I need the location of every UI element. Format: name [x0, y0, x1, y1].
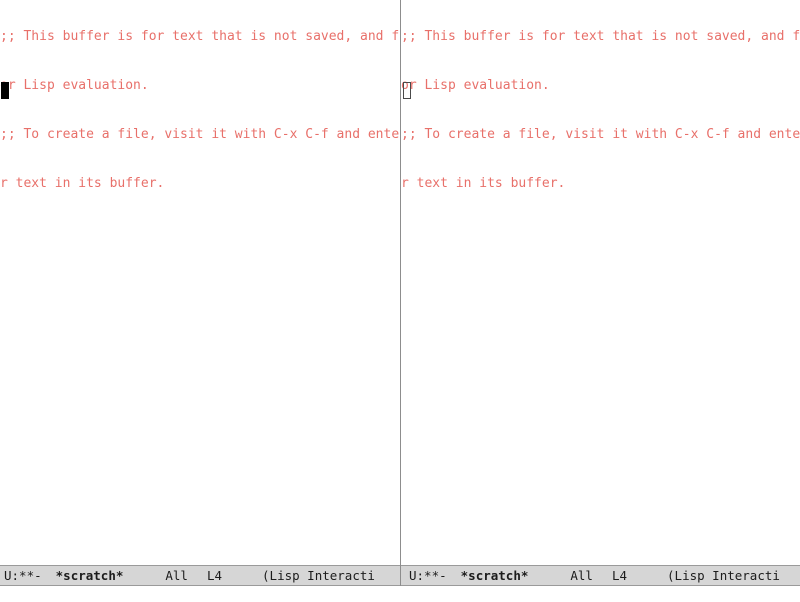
mode-line-buffer-name-left[interactable]: *scratch*: [42, 566, 124, 585]
buffer-line: ;; This buffer is for text that is not s…: [0, 28, 400, 44]
mode-line-status-right: U:**-: [409, 567, 447, 583]
buffer-line: ;; This buffer is for text that is not s…: [401, 28, 800, 44]
buffer-line: or Lisp evaluation.: [401, 78, 550, 94]
buffer-line: r text in its buffer.: [0, 176, 165, 192]
buffer-line: or Lisp evaluation.: [0, 78, 149, 94]
mode-line-status-left: U:**-: [4, 567, 42, 583]
text-cursor-inactive: [403, 82, 411, 99]
mode-line-line-number-left: L4: [206, 567, 223, 583]
mode-line-major-mode-right[interactable]: (Lisp Interacti: [627, 566, 780, 585]
mode-line-right[interactable]: U:**- *scratch* All L4 (Lisp Interacti: [401, 565, 800, 586]
buffer-line: ;; To create a file, visit it with C-x C…: [0, 127, 400, 143]
buffer-text-area-left[interactable]: ;; This buffer is for text that is not s…: [0, 0, 400, 565]
echo-area[interactable]: [0, 587, 800, 602]
window-divider[interactable]: [400, 0, 401, 586]
mode-line-left[interactable]: U:**- *scratch* All L4 (Lisp Interacti: [0, 565, 400, 586]
text-cursor-active: [1, 82, 9, 99]
mode-line-position-left: All: [165, 567, 188, 583]
buffer-content-right: ;; This buffer is for text that is not s…: [401, 0, 800, 226]
mode-line-buffer-name-right[interactable]: *scratch*: [447, 566, 529, 585]
buffer-content-left: ;; This buffer is for text that is not s…: [0, 0, 400, 226]
emacs-window-right[interactable]: ;; This buffer is for text that is not s…: [401, 0, 800, 586]
mode-line-line-number-right: L4: [611, 567, 628, 583]
buffer-text-area-right[interactable]: ;; This buffer is for text that is not s…: [401, 0, 800, 565]
buffer-line: r text in its buffer.: [401, 176, 566, 192]
emacs-window-left[interactable]: ;; This buffer is for text that is not s…: [0, 0, 400, 586]
emacs-frame: ;; This buffer is for text that is not s…: [0, 0, 800, 602]
mode-line-position-right: All: [570, 567, 593, 583]
buffer-line: ;; To create a file, visit it with C-x C…: [401, 127, 800, 143]
mode-line-major-mode-left[interactable]: (Lisp Interacti: [222, 566, 375, 585]
